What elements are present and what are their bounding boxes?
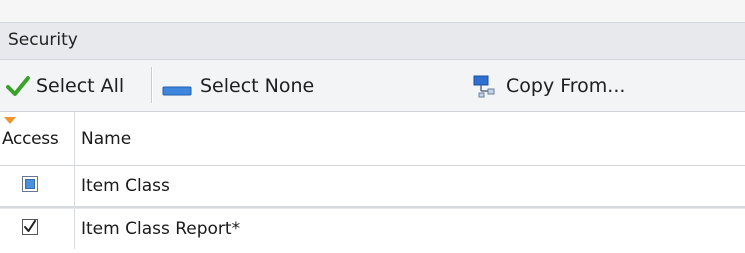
toolbar: Select All Select None Copy From... — [0, 60, 745, 112]
panel-header: Security — [0, 22, 745, 60]
grid-header: Access Name — [0, 112, 745, 166]
column-header-name[interactable]: Name — [81, 129, 131, 149]
access-checkbox[interactable] — [22, 219, 38, 235]
blue-bar-icon — [162, 81, 192, 96]
toolbar-separator — [151, 67, 153, 103]
copy-from-button[interactable]: Copy From... — [472, 60, 625, 112]
table-row[interactable]: Item Class — [0, 166, 745, 208]
checkmark-icon — [6, 74, 30, 98]
access-cell — [0, 166, 75, 206]
checkmark-icon — [24, 220, 36, 232]
select-all-button[interactable]: Select All — [6, 60, 124, 112]
sort-indicator-icon — [4, 117, 16, 124]
top-strip — [0, 0, 745, 22]
select-none-label: Select None — [200, 75, 315, 97]
access-cell — [0, 209, 75, 249]
column-header-access-label: Access — [2, 129, 59, 149]
select-none-button[interactable]: Select None — [162, 60, 314, 112]
row-name: Item Class — [81, 176, 170, 196]
select-all-label: Select All — [36, 75, 125, 97]
copy-from-label: Copy From... — [506, 75, 626, 97]
row-name: Item Class Report* — [81, 219, 241, 239]
table-row[interactable]: Item Class Report* — [0, 208, 745, 249]
column-header-access[interactable]: Access — [0, 112, 75, 166]
network-copy-icon — [472, 74, 498, 98]
access-checkbox[interactable] — [22, 176, 38, 192]
indeterminate-mark-icon — [25, 179, 35, 189]
panel-title: Security — [8, 30, 78, 50]
